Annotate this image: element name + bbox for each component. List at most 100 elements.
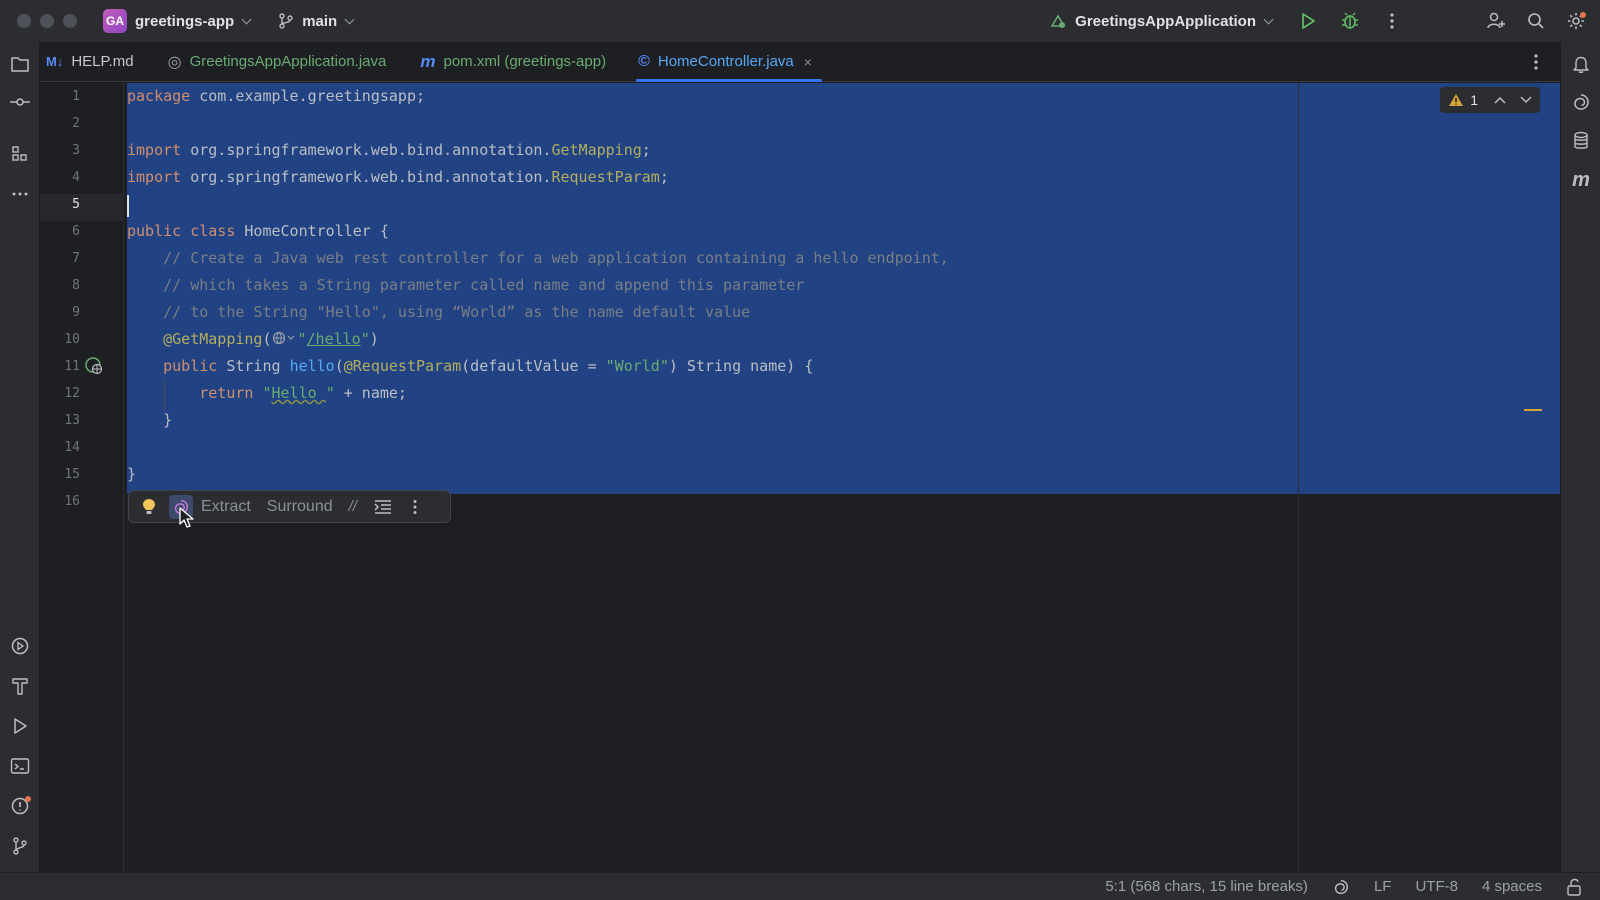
line-number: 4 bbox=[72, 170, 80, 185]
left-tool-strip bbox=[0, 42, 40, 872]
inspection-widget[interactable]: 1 bbox=[1440, 87, 1540, 113]
zoom-window-button[interactable] bbox=[63, 14, 77, 28]
run-tool-icon[interactable] bbox=[10, 716, 30, 736]
code-line: } bbox=[127, 411, 173, 429]
line-number: 2 bbox=[72, 116, 80, 131]
warning-stripe-marker[interactable] bbox=[1524, 409, 1542, 411]
maven-icon[interactable]: m bbox=[1571, 169, 1591, 191]
lightbulb-icon[interactable] bbox=[137, 495, 161, 519]
code-line: public class HomeController { bbox=[127, 222, 389, 240]
update-badge bbox=[1580, 12, 1586, 18]
comment-button[interactable]: // bbox=[349, 498, 357, 515]
settings-gear-icon[interactable] bbox=[1566, 11, 1586, 31]
code-comment: // to the String "Hello", using “World” … bbox=[127, 303, 751, 321]
tab-help-md[interactable]: M↓ HELP.md bbox=[40, 42, 148, 82]
indent-guide bbox=[164, 380, 165, 410]
line-ending-selector[interactable]: LF bbox=[1374, 878, 1392, 895]
line-number: 11 bbox=[64, 359, 80, 374]
code-comment: // which takes a String parameter called… bbox=[127, 276, 805, 294]
chevron-down-icon[interactable] bbox=[344, 14, 355, 24]
mouse-pointer-icon bbox=[179, 507, 194, 528]
surround-button[interactable]: Surround bbox=[267, 498, 333, 516]
code-line: import org.springframework.web.bind.anno… bbox=[127, 168, 669, 186]
git-icon[interactable] bbox=[10, 836, 30, 856]
code-lines[interactable]: package com.example.greetingsapp; import… bbox=[127, 83, 1527, 515]
endpoint-link[interactable]: /hello bbox=[307, 330, 361, 348]
code-comment: // Create a Java web rest controller for… bbox=[127, 249, 949, 267]
more-tools-icon[interactable] bbox=[10, 184, 30, 204]
close-window-button[interactable] bbox=[17, 14, 31, 28]
minimize-window-button[interactable] bbox=[40, 14, 54, 28]
code-editor[interactable]: 1 2 3 4 5 6 7 8 9 10 11 12 13 14 15 16 p… bbox=[40, 83, 1560, 872]
run-icon[interactable] bbox=[1298, 11, 1318, 31]
structure-icon[interactable] bbox=[10, 144, 30, 164]
commit-icon[interactable] bbox=[10, 92, 30, 112]
ai-assistant-status-icon[interactable] bbox=[1332, 878, 1350, 896]
warning-icon bbox=[1449, 94, 1464, 106]
floating-code-toolbar: Extract Surround // bbox=[128, 490, 451, 523]
build-icon[interactable] bbox=[10, 676, 30, 696]
branch-name[interactable]: main bbox=[302, 13, 337, 30]
project-folder-icon[interactable] bbox=[10, 54, 30, 74]
line-number: 8 bbox=[72, 278, 80, 293]
encoding-selector[interactable]: UTF-8 bbox=[1415, 878, 1458, 895]
endpoint-gutter-icon[interactable] bbox=[84, 356, 104, 376]
terminal-icon[interactable] bbox=[10, 756, 30, 776]
line-number: 13 bbox=[64, 413, 80, 428]
caret-position[interactable]: 5:1 (568 chars, 15 line breaks) bbox=[1105, 878, 1308, 895]
window-controls bbox=[17, 14, 77, 28]
line-number: 1 bbox=[72, 89, 80, 104]
code-line: @GetMapping("/hello") bbox=[127, 330, 379, 348]
run-configuration-selector[interactable]: GreetingsAppApplication bbox=[1075, 13, 1256, 30]
problems-icon[interactable] bbox=[10, 796, 31, 816]
spring-class-icon: ◎ bbox=[167, 53, 182, 71]
tab-label: HomeController.java bbox=[657, 53, 794, 70]
code-line: return "Hello " + name; bbox=[127, 384, 407, 402]
project-name[interactable]: greetings-app bbox=[135, 13, 234, 30]
spring-boot-icon bbox=[1050, 14, 1066, 28]
java-class-icon: © bbox=[638, 52, 650, 70]
extract-button[interactable]: Extract bbox=[201, 498, 251, 516]
unlock-icon[interactable] bbox=[1566, 878, 1582, 896]
tab-options-icon[interactable] bbox=[1526, 52, 1546, 72]
line-number: 14 bbox=[64, 440, 80, 455]
services-icon[interactable] bbox=[10, 636, 30, 656]
web-endpoint-icon[interactable] bbox=[272, 331, 298, 345]
right-tool-strip: m bbox=[1560, 42, 1600, 872]
debug-icon[interactable] bbox=[1340, 11, 1360, 31]
line-gutter: 1 2 3 4 5 6 7 8 9 10 11 12 13 14 15 16 bbox=[40, 83, 124, 872]
chevron-down-icon[interactable] bbox=[241, 14, 252, 24]
tab-greetings-app-application[interactable]: ◎ GreetingsAppApplication.java bbox=[162, 42, 401, 82]
tab-label: GreetingsAppApplication.java bbox=[189, 53, 387, 70]
code-line: } bbox=[127, 465, 137, 483]
code-line: package com.example.greetingsapp; bbox=[127, 87, 426, 105]
notifications-bell-icon[interactable] bbox=[1571, 54, 1591, 74]
reformat-icon[interactable] bbox=[371, 495, 395, 519]
more-actions-icon[interactable] bbox=[1382, 11, 1402, 31]
add-user-icon[interactable] bbox=[1486, 11, 1506, 31]
line-number: 5 bbox=[72, 197, 80, 212]
markdown-icon: M↓ bbox=[46, 54, 64, 69]
more-options-icon[interactable] bbox=[403, 495, 427, 519]
code-line: import org.springframework.web.bind.anno… bbox=[127, 141, 651, 159]
branch-icon[interactable] bbox=[278, 13, 294, 29]
line-number: 9 bbox=[72, 305, 80, 320]
indent-selector[interactable]: 4 spaces bbox=[1482, 878, 1542, 895]
ai-assistant-icon[interactable] bbox=[1571, 92, 1591, 112]
close-tab-icon[interactable]: × bbox=[804, 54, 812, 70]
code-line: public String hello(@RequestParam(defaul… bbox=[127, 357, 814, 375]
tab-pom-xml[interactable]: m pom.xml (greetings-app) bbox=[414, 42, 620, 82]
line-number: 15 bbox=[64, 467, 80, 482]
project-badge[interactable]: GA bbox=[103, 9, 127, 33]
text-caret bbox=[127, 195, 129, 217]
tab-home-controller[interactable]: © HomeController.java × bbox=[632, 42, 826, 82]
line-number: 7 bbox=[72, 251, 80, 266]
search-icon[interactable] bbox=[1526, 11, 1546, 31]
chevron-up-icon[interactable] bbox=[1494, 96, 1506, 104]
chevron-down-icon[interactable] bbox=[1263, 14, 1274, 24]
chevron-down-icon[interactable] bbox=[1520, 96, 1532, 104]
database-icon[interactable] bbox=[1571, 131, 1591, 151]
